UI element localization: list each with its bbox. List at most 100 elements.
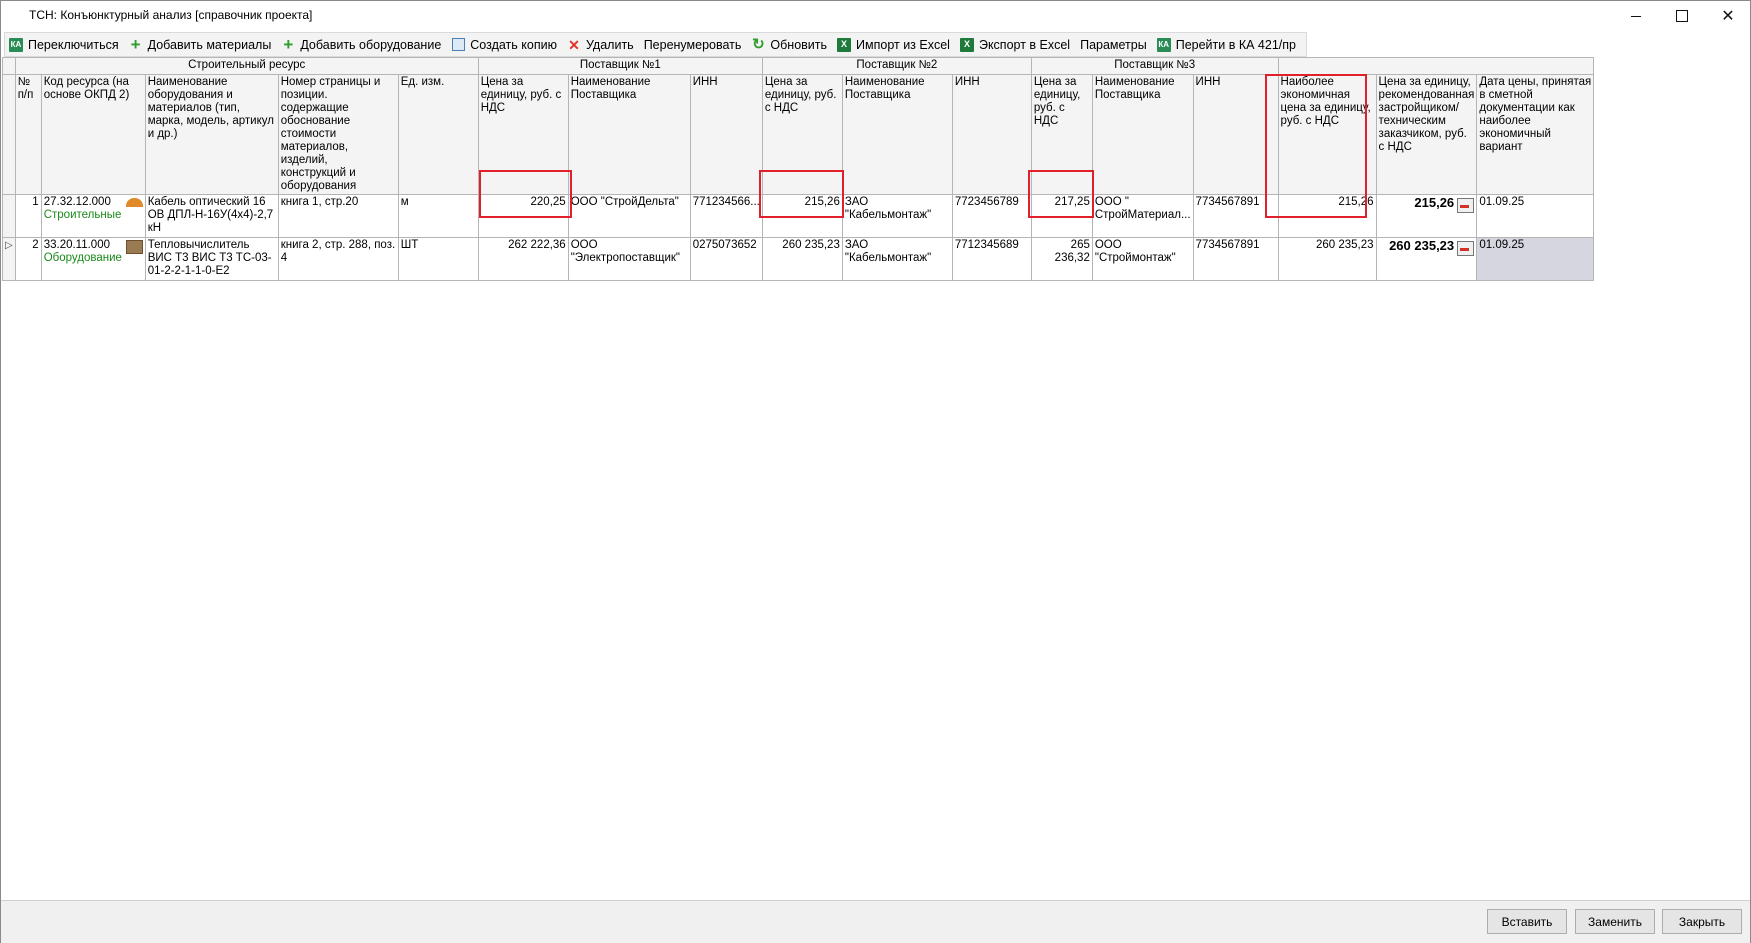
- cell-s2-name[interactable]: ЗАО "Кабельмонтаж": [841, 237, 953, 281]
- cell-s2-inn[interactable]: 7712345689: [951, 237, 1032, 281]
- add-equipment-button[interactable]: + Добавить оборудование: [277, 34, 447, 55]
- header-s1-price[interactable]: Цена за единицу, руб. с НДС: [477, 74, 569, 195]
- cell-s1-inn[interactable]: 0275073652: [689, 237, 763, 281]
- import-excel-button[interactable]: X Импорт из Excel: [833, 34, 956, 55]
- edit-price-icon[interactable]: [1457, 241, 1475, 256]
- renumber-button[interactable]: Перенумеровать: [640, 34, 748, 55]
- renumber-label: Перенумеровать: [643, 37, 742, 52]
- header-date[interactable]: Дата цены, принятая в сметной документац…: [1476, 74, 1595, 195]
- cell-rec-price[interactable]: 215,26: [1375, 194, 1478, 238]
- group-resource: Строительный ресурс: [14, 57, 479, 75]
- cell-s3-name[interactable]: ООО "Строймонтаж": [1091, 237, 1194, 281]
- cell-num[interactable]: 1: [14, 194, 42, 238]
- cell-s1-name[interactable]: ООО "СтройДельта": [567, 194, 691, 238]
- cell-best-price[interactable]: 260 235,23: [1277, 237, 1377, 281]
- refresh-button[interactable]: ↻ Обновить: [747, 34, 833, 55]
- group-supplier-1: Поставщик №1: [477, 57, 763, 75]
- cell-s3-price[interactable]: 217,25: [1030, 194, 1093, 238]
- header-unit[interactable]: Ед. изм.: [397, 74, 479, 195]
- minimize-icon: [1631, 15, 1641, 17]
- equipment-icon: [125, 240, 143, 254]
- refresh-icon: ↻: [752, 36, 765, 53]
- cell-num[interactable]: 2: [14, 237, 42, 281]
- header-s3-price[interactable]: Цена за единицу, руб. с НДС: [1030, 74, 1093, 195]
- cell-code[interactable]: 33.20.11.000 Оборудование: [40, 237, 146, 281]
- cell-s3-inn[interactable]: 7734567891: [1192, 194, 1279, 238]
- header-name[interactable]: Наименование оборудования и материалов (…: [144, 74, 279, 195]
- switch-button[interactable]: КА Переключиться: [5, 34, 125, 55]
- close-window-button[interactable]: ✕: [1705, 1, 1751, 31]
- switch-icon: КА: [9, 37, 23, 52]
- cell-unit[interactable]: м: [397, 194, 479, 238]
- cell-code[interactable]: 27.32.12.000 Строительные: [40, 194, 146, 238]
- close-icon: ✕: [1721, 8, 1735, 25]
- cell-rec-price[interactable]: 260 235,23: [1375, 237, 1478, 281]
- switch-label: Переключиться: [28, 37, 119, 52]
- cell-s3-inn[interactable]: 7734567891: [1192, 237, 1279, 281]
- cell-name[interactable]: Тепловычислитель ВИС Т3 ВИС Т3 ТС-03-01-…: [144, 237, 279, 281]
- group-supplier-3: Поставщик №3: [1030, 57, 1279, 75]
- category-text: Оборудование: [43, 252, 122, 264]
- maximize-button[interactable]: [1659, 1, 1705, 31]
- cell-name[interactable]: Кабель оптический 16 ОВ ДПЛ-Н-16У(4х4)-2…: [144, 194, 279, 238]
- header-s1-name[interactable]: Наименование Поставщика: [567, 74, 691, 195]
- minimize-button[interactable]: [1613, 1, 1659, 31]
- header-s3-name[interactable]: Наименование Поставщика: [1091, 74, 1194, 195]
- cell-s1-price[interactable]: 262 222,36: [477, 237, 569, 281]
- delete-icon: ✕: [568, 36, 580, 53]
- header-best-price[interactable]: Наиболее экономичная цена за единицу, ру…: [1277, 74, 1377, 195]
- ka-icon: КА: [1156, 37, 1171, 52]
- add-equipment-label: Добавить оборудование: [300, 37, 442, 52]
- create-copy-button[interactable]: Создать копию: [447, 34, 563, 55]
- cell-s3-price[interactable]: 265 236,32: [1030, 237, 1093, 281]
- header-code[interactable]: Код ресурса (на основе ОКПД 2): [40, 74, 146, 195]
- replace-button[interactable]: Заменить: [1575, 909, 1655, 934]
- insert-button[interactable]: Вставить: [1487, 909, 1567, 934]
- current-row-pointer-icon: ▷: [5, 240, 13, 251]
- header-rec-price[interactable]: Цена за единицу, рекомендованная застрой…: [1375, 74, 1478, 195]
- cell-page[interactable]: книга 2, стр. 288, поз. 4: [277, 237, 399, 281]
- app-window: ТСН: Конъюнктурный анализ [справочник пр…: [0, 0, 1751, 943]
- cell-date[interactable]: 01.09.25: [1476, 194, 1595, 238]
- cell-unit[interactable]: ШТ: [397, 237, 479, 281]
- cell-best-price[interactable]: 215,26: [1277, 194, 1377, 238]
- add-materials-button[interactable]: + Добавить материалы: [125, 34, 278, 55]
- toolbar: КА Переключиться + Добавить материалы + Доб…: [4, 32, 1307, 57]
- cell-date[interactable]: 01.09.25: [1476, 237, 1595, 281]
- cell-s2-name[interactable]: ЗАО "Кабельмонтаж": [841, 194, 953, 238]
- code-text: 27.32.12.000: [43, 196, 111, 208]
- header-s1-inn[interactable]: ИНН: [689, 74, 763, 195]
- create-copy-label: Создать копию: [470, 37, 557, 52]
- header-s3-inn[interactable]: ИНН: [1192, 74, 1279, 195]
- edit-price-icon[interactable]: [1457, 198, 1475, 213]
- cell-s1-inn[interactable]: 771234566...: [689, 194, 763, 238]
- analysis-grid: Строительный ресурс Поставщик №1 Поставщ…: [2, 57, 1595, 281]
- plus-icon: +: [130, 35, 141, 54]
- goto-ka-button[interactable]: КА Перейти в КА 421/пр: [1153, 34, 1302, 55]
- header-num[interactable]: № п/п: [14, 74, 42, 195]
- category-text: Строительные: [43, 209, 122, 221]
- cell-s1-price[interactable]: 220,25: [477, 194, 569, 238]
- material-icon: [125, 198, 143, 207]
- header-s2-name[interactable]: Наименование Поставщика: [841, 74, 953, 195]
- cell-s2-inn[interactable]: 7723456789: [951, 194, 1032, 238]
- row-indicator[interactable]: ▷: [2, 237, 16, 281]
- parameters-button[interactable]: Параметры: [1076, 34, 1153, 55]
- cell-page[interactable]: книга 1, стр.20: [277, 194, 399, 238]
- cell-s2-price[interactable]: 260 235,23: [761, 237, 843, 281]
- plus-icon: +: [283, 35, 294, 54]
- table-row[interactable]: 1 27.32.12.000 Строительные Кабель оптиче…: [2, 194, 1595, 238]
- cell-s3-name[interactable]: ООО " СтройМатериал...: [1091, 194, 1194, 238]
- export-excel-button[interactable]: X Экспорт в Excel: [956, 34, 1076, 55]
- header-s2-price[interactable]: Цена за единицу, руб. с НДС: [761, 74, 843, 195]
- refresh-label: Обновить: [770, 37, 828, 52]
- cell-s2-price[interactable]: 215,26: [761, 194, 843, 238]
- header-page[interactable]: Номер страницы и позиции. содержащие обо…: [277, 74, 399, 195]
- close-button[interactable]: Закрыть: [1662, 909, 1742, 934]
- cell-s1-name[interactable]: ООО "Электропоставщик": [567, 237, 691, 281]
- row-indicator[interactable]: [2, 194, 16, 238]
- table-row[interactable]: ▷ 2 33.20.11.000 Оборудование Тепловычисл…: [2, 237, 1595, 281]
- delete-label: Удалить: [585, 37, 634, 52]
- header-s2-inn[interactable]: ИНН: [951, 74, 1032, 195]
- delete-button[interactable]: ✕ Удалить: [563, 34, 640, 55]
